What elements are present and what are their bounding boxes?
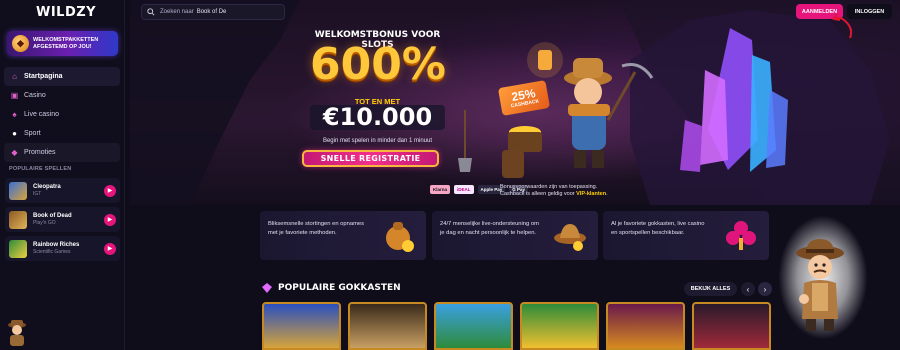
popular-slots-header: POPULAIRE GOKKASTEN <box>262 283 401 293</box>
carousel-prev-button[interactable]: ‹ <box>741 282 755 296</box>
sidebar: WILDZY ◆ WELKOMSTPAKKETTEN AFGESTEMD OP … <box>0 0 125 350</box>
terms-line-2: Cashback is alleen geldig voor VIP-klant… <box>500 191 675 198</box>
slot-tile-coins[interactable] <box>606 302 685 350</box>
gem-icon: ◆ <box>11 148 18 157</box>
game-title: Cleopatra <box>33 183 61 190</box>
bonus-percentage: 600% <box>310 39 446 90</box>
feature-text: 24/7 menselijke live-ondersteuning om je… <box>440 221 539 236</box>
nav-label: Casino <box>24 92 46 99</box>
gem-icon <box>262 283 272 293</box>
feature-card-support: 24/7 menselijke live-ondersteuning om je… <box>432 211 598 260</box>
search-query: Book of De <box>196 9 227 15</box>
game-thumbnail-book-of-dead <box>9 210 27 229</box>
main-nav: ⌂ Startpagina ▣ Casino ♠ Live casino ● S… <box>4 67 120 162</box>
promo-banner-text: WELKOMSTPAKKETTEN AFGESTEMD OP JOU! <box>33 37 99 50</box>
nav-item-sport[interactable]: ● Sport <box>4 124 120 143</box>
list-item[interactable]: Rainbow Riches Scientific Games ▶ <box>5 236 120 261</box>
clover-card-icon <box>726 221 756 250</box>
play-icon: ▶ <box>107 246 113 252</box>
terms-line-1: Bonusvoorwaarden zijn van toepassing. <box>500 184 598 190</box>
nav-label: Sport <box>24 130 41 137</box>
ideal-badge: iDEAL <box>454 185 474 194</box>
play-button[interactable]: ▶ <box>104 184 116 197</box>
game-provider: Play'n GO <box>33 219 56 226</box>
klarna-badge: Klarna <box>430 185 451 194</box>
wildzy-logo[interactable]: WILDZY <box>36 5 96 20</box>
terms-line-2-post: . <box>606 191 608 197</box>
terms-line-2-pre: Cashback is alleen geldig voor <box>500 191 577 197</box>
red-arrow-pointer-icon <box>832 13 853 39</box>
bonus-terms: Bonusvoorwaarden zijn van toepassing. Ca… <box>500 184 675 198</box>
game-provider: Scientific Games <box>33 248 71 255</box>
popular-slots-heading: POPULAIRE GOKKASTEN <box>278 283 401 293</box>
feature-card-games: Al je favoriete gokkasten, live casino e… <box>603 211 769 260</box>
chevron-right-icon: › <box>763 284 767 294</box>
gift-coin-icon: ◆ <box>12 35 29 52</box>
game-provider: IGT <box>33 190 42 197</box>
popular-games-title: POPULAIRE SPELLEN <box>9 166 72 172</box>
hero-tagline: Begin met spelen in minder dan 1 minuut <box>322 138 433 144</box>
slot-tile-book-of-dead[interactable] <box>348 302 427 350</box>
see-all-button[interactable]: BEKIJK ALLES <box>684 282 737 296</box>
game-thumbnail-cleopatra <box>9 181 27 200</box>
nav-item-promoties[interactable]: ◆ Promoties <box>4 143 120 162</box>
search-placeholder: Zoeken naar <box>160 9 194 15</box>
slot-tile-eye-of-horus[interactable] <box>262 302 341 350</box>
play-button[interactable]: ▶ <box>104 213 116 226</box>
money-bag-icon <box>386 222 414 252</box>
carousel-next-button[interactable]: › <box>758 282 772 296</box>
list-item[interactable]: Book of Dead Play'n GO ▶ <box>5 207 120 232</box>
detective-mascot-icon[interactable] <box>790 235 850 333</box>
slot-tile-rainbow-riches[interactable] <box>434 302 513 350</box>
feature-card-payments: Bliksemsnelle stortingen en opnames met … <box>260 211 426 260</box>
hero-banner: WELKOMSTBONUS VOOR SLOTS 600% TOT EN MET… <box>130 0 900 205</box>
home-icon: ⌂ <box>12 72 17 81</box>
detective-mascot-icon[interactable] <box>5 318 29 346</box>
nav-item-casino[interactable]: ▣ Casino <box>4 86 120 105</box>
nav-label: Startpagina <box>24 73 63 80</box>
chevron-left-icon: ‹ <box>746 284 750 294</box>
play-icon: ▶ <box>107 217 113 223</box>
game-thumbnail-rainbow-riches <box>9 239 27 258</box>
list-item[interactable]: Cleopatra IGT ▶ <box>5 178 120 203</box>
cards-icon: ♠ <box>12 110 17 119</box>
nav-label: Promoties <box>24 149 56 156</box>
nav-label: Live casino <box>24 111 60 118</box>
welcome-package-banner[interactable]: ◆ WELKOMSTPAKKETTEN AFGESTEMD OP JOU! <box>7 31 118 56</box>
search-icon <box>147 8 155 16</box>
game-title: Rainbow Riches <box>33 241 80 248</box>
play-button[interactable]: ▶ <box>104 242 116 255</box>
quick-register-button[interactable]: SNELLE REGISTRATIE <box>302 150 439 167</box>
slot-tile-leprechaun[interactable] <box>520 302 599 350</box>
bonus-amount: €10.000 <box>310 105 445 130</box>
play-icon: ▶ <box>107 188 113 194</box>
feature-text: Al je favoriete gokkasten, live casino e… <box>611 221 705 236</box>
game-title: Book of Dead <box>33 212 72 219</box>
search-input[interactable]: Zoeken naar Book of De <box>141 4 285 20</box>
slot-tile-cleopatra[interactable] <box>692 302 771 350</box>
feature-text: Bliksemsnelle stortingen en opnames met … <box>268 221 365 236</box>
nav-item-startpagina[interactable]: ⌂ Startpagina <box>4 67 120 86</box>
popular-games-list: Cleopatra IGT ▶ Book of Dead Play'n GO ▶… <box>5 178 120 265</box>
treasure-hat-icon <box>554 224 586 251</box>
slot-icon: ▣ <box>10 91 19 100</box>
ball-icon: ● <box>12 129 17 138</box>
nav-item-live-casino[interactable]: ♠ Live casino <box>4 105 120 124</box>
vip-link[interactable]: VIP-klanten <box>576 191 606 197</box>
